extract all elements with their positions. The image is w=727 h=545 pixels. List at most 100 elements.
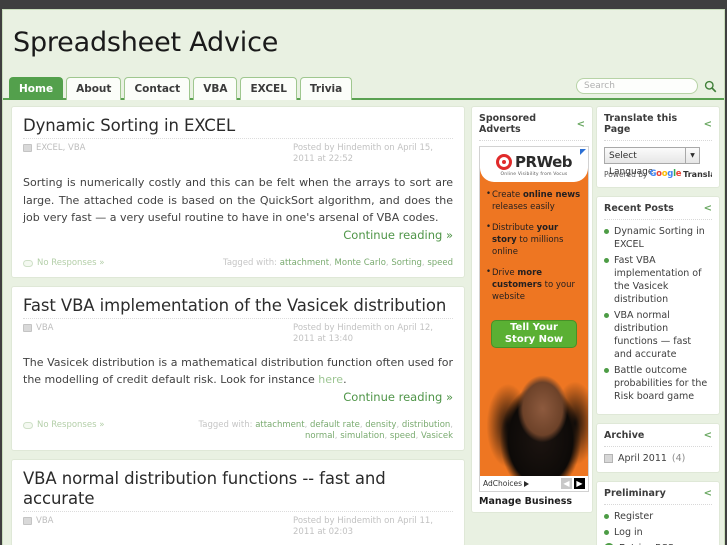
nav-tab-trivia[interactable]: Trivia [299,77,353,100]
ad-info-flag-icon[interactable] [580,149,586,155]
ad-next-button[interactable]: ▶ [574,478,585,489]
responses-link[interactable]: No Responses » [23,258,104,269]
ad-prev-button[interactable]: ◀ [561,478,572,489]
nav-tab-about[interactable]: About [66,77,122,100]
list-item[interactable]: VBA normal distribution functions — fast… [604,309,712,361]
prweb-target-icon [496,154,513,170]
bullet-pre: Create [492,190,523,200]
post-title[interactable]: Fast VBA implementation of the Vasicek d… [23,296,453,316]
tag-link[interactable]: density [365,420,396,430]
post-categories[interactable]: EXCEL, VBA [23,143,85,154]
collapse-icon[interactable]: < [704,430,712,441]
prweb-wordmark: PRWeb [515,153,572,171]
site-header: Spreadsheet Advice [3,10,724,73]
site-title[interactable]: Spreadsheet Advice [13,26,724,60]
recent-posts-widget: Recent Posts < Dynamic Sorting in EXCEL … [596,196,720,415]
tag-link[interactable]: normal [305,431,335,441]
tag-link[interactable]: Monte Carlo [335,258,386,268]
tag-link[interactable]: speed [427,258,453,268]
continue-reading-link[interactable]: Continue reading » [23,228,453,242]
ad-caption[interactable]: Manage Business [479,496,585,507]
tagged-with-label: Tagged with: [223,257,278,268]
post-category-label[interactable]: VBA [36,516,53,527]
tag-link[interactable]: distribution [402,420,450,430]
ad-bullet-item: Create online news releases easily [486,188,582,213]
inline-here-link[interactable]: here [318,373,343,386]
search-icon[interactable] [702,78,718,94]
ad-footer: AdChoices ◀ ▶ [480,476,588,491]
login-link[interactable]: Log in [614,526,643,539]
ad-cta-button[interactable]: Tell Your Story Now [491,320,577,348]
bullet-bold: online news [522,190,581,200]
collapse-icon[interactable]: < [704,119,712,130]
post-category-label[interactable]: VBA [36,323,53,334]
bullet-icon [604,514,609,519]
language-select[interactable]: Select Language ▼ [604,147,700,177]
list-item[interactable]: Battle outcome probabilities for the Ris… [604,364,712,403]
tag-link[interactable]: Vasicek [421,431,453,441]
post-byline: Posted by Hindemith on April 15, 2011 at… [293,143,434,164]
list-item[interactable]: Log in [604,526,712,539]
list-item[interactable]: Register [604,510,712,523]
tag-link[interactable]: simulation [340,431,384,441]
post-excerpt: Sorting is numerically costly and this c… [23,176,453,224]
tag-link[interactable]: default rate [310,420,360,430]
adchoices-arrow-icon [524,480,530,487]
responses-link[interactable]: No Responses » [23,420,104,431]
list-item[interactable]: Dynamic Sorting in EXCEL [604,225,712,251]
adchoices-label: AdChoices [483,479,523,488]
post-tags: Tagged with: attachment, Monte Carlo, So… [223,258,453,269]
responses-label[interactable]: No Responses » [37,258,104,269]
widget-header: Archive < [604,430,712,447]
nav-tab-excel[interactable]: EXCEL [240,77,297,100]
nav-tab-vba[interactable]: VBA [193,77,238,100]
post-title[interactable]: VBA normal distribution functions -- fas… [23,469,453,509]
list-item[interactable]: Fast VBA implementation of the Vasicek d… [604,254,712,306]
search-input[interactable] [576,78,698,94]
bullet-icon [604,229,609,234]
collapse-icon[interactable]: < [704,203,712,214]
recent-post-link[interactable]: Battle outcome probabilities for the Ris… [614,364,712,403]
widget-title: Preliminary [604,488,666,499]
ad-photo [480,356,588,476]
archive-count: (4) [671,453,686,464]
post-categories[interactable]: VBA [23,516,53,527]
recent-post-link[interactable]: Fast VBA implementation of the Vasicek d… [614,254,712,306]
folder-icon [23,323,32,332]
brand-pr: PR [515,153,537,171]
collapse-icon[interactable]: < [704,488,712,499]
primary-navigation: Home About Contact VBA EXCEL Trivia [3,73,724,100]
main-content: Dynamic Sorting in EXCEL EXCEL, VBA Post… [6,106,469,545]
recent-post-link[interactable]: VBA normal distribution functions — fast… [614,309,712,361]
tag-link[interactable]: attachment [280,258,329,268]
archive-month-link[interactable]: April 2011 [618,453,667,464]
tag-link[interactable]: attachment [255,420,304,430]
language-select-value: Select Language [609,151,654,177]
sponsored-sidebar: Sponsored Adverts < PRWeb Online Visibil… [469,106,595,537]
post-tags: Tagged with: attachment, default rate, d… [168,420,453,442]
tag-link[interactable]: speed [390,431,416,441]
nav-tab-home[interactable]: Home [9,77,64,100]
bullet-post: releases easily [492,202,555,212]
advertisement[interactable]: PRWeb Online Visibility from Vocus Creat… [479,146,589,492]
post-category-label[interactable]: EXCEL, VBA [36,143,85,154]
post-title[interactable]: Dynamic Sorting in EXCEL [23,116,453,136]
widget-title: Sponsored Adverts [479,113,537,135]
archive-item[interactable]: April 2011 (4) [604,453,712,464]
responses-label[interactable]: No Responses » [37,420,104,431]
tag-link[interactable]: Sorting [391,258,422,268]
excerpt-text-part2: . [343,373,347,386]
preliminary-list: Register Log in Entries RSS Comments RSS [604,510,712,545]
adchoices-link[interactable]: AdChoices [483,479,530,488]
tag-list-1: attachment, Monte Carlo, Sorting, speed [279,257,453,268]
post-excerpt: The Vasicek distribution is a mathematic… [23,354,453,389]
comment-bubble-icon [23,259,33,267]
collapse-icon[interactable]: < [577,119,585,130]
register-link[interactable]: Register [614,510,653,523]
recent-post-link[interactable]: Dynamic Sorting in EXCEL [614,225,712,251]
post-categories[interactable]: VBA [23,323,53,334]
folder-icon [23,144,32,152]
continue-reading-link[interactable]: Continue reading » [23,390,453,404]
nav-tab-contact[interactable]: Contact [124,77,191,100]
widget-header: Preliminary < [604,488,712,505]
